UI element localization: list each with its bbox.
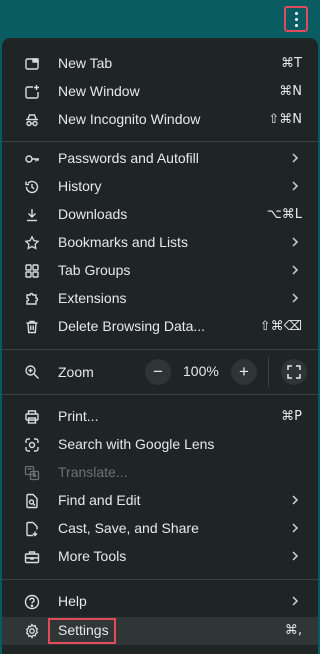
star-icon: [24, 235, 40, 250]
chevron-right-icon: [292, 181, 299, 191]
menu-separator: [2, 141, 318, 142]
find-icon: [26, 493, 38, 509]
menu-item-label: Search with Google Lens: [58, 436, 215, 452]
translate-icon: [24, 465, 40, 481]
menu-item-label: New Incognito Window: [58, 111, 201, 127]
extensions-icon: [26, 292, 39, 305]
zoom-level: 100%: [183, 363, 219, 379]
fullscreen-button[interactable]: [281, 359, 307, 385]
chevron-right-icon: [292, 495, 299, 505]
zoom-out-button[interactable]: −: [145, 359, 171, 385]
fullscreen-icon: [287, 365, 301, 379]
menu-item-extensions[interactable]: Extensions: [2, 285, 318, 313]
menu-item-delete-browsing-data[interactable]: Delete Browsing Data... ⇧⌘⌫: [2, 313, 318, 341]
menu-separator: [2, 349, 318, 350]
keyboard-shortcut: ⇧⌘N: [268, 112, 302, 127]
keyboard-shortcut: ⌘,: [284, 623, 302, 638]
zoom-icon: [25, 365, 39, 379]
menu-item-settings[interactable]: Settings ⌘,: [2, 617, 318, 645]
menu-item-label: Passwords and Autofill: [58, 150, 199, 166]
menu-item-label: Find and Edit: [58, 492, 141, 508]
menu-item-cast-save-share[interactable]: Cast, Save, and Share: [2, 515, 318, 543]
chevron-right-icon: [292, 293, 299, 303]
menu-item-tab-groups[interactable]: Tab Groups: [2, 257, 318, 285]
menu-item-new-window[interactable]: New Window ⌘N: [2, 78, 318, 106]
kebab-dot: [294, 17, 298, 21]
menu-item-label: New Tab: [58, 55, 113, 71]
menu-item-label: Print...: [58, 408, 99, 424]
keyboard-shortcut: ⌥⌘L: [266, 207, 302, 222]
chevron-right-icon: [292, 265, 299, 275]
menu-item-google-lens[interactable]: Search with Google Lens: [2, 431, 318, 459]
zoom-label: Zoom: [58, 364, 94, 380]
menu-item-passwords-autofill[interactable]: Passwords and Autofill: [2, 145, 318, 173]
trash-icon: [26, 320, 38, 334]
menu-separator: [2, 394, 318, 395]
download-icon: [27, 209, 37, 222]
menu-separator: [2, 579, 318, 580]
new-tab-icon: [25, 58, 39, 70]
chevron-right-icon: [292, 523, 299, 533]
menu-item-label: Cast, Save, and Share: [58, 520, 199, 536]
menu-item-label: Help: [58, 593, 87, 609]
menu-item-label: Downloads: [58, 206, 128, 222]
toolbox-icon: [24, 551, 40, 564]
keyboard-shortcut: ⌘P: [281, 409, 302, 424]
browser-toolbar: [0, 0, 320, 40]
help-icon: [24, 594, 40, 610]
menu-item-label: Delete Browsing Data...: [58, 318, 206, 334]
keyboard-shortcut: ⌘N: [279, 84, 302, 99]
menu-item-label: Bookmarks and Lists: [58, 234, 188, 250]
menu-item-new-tab[interactable]: New Tab ⌘T: [2, 50, 318, 78]
menu-item-print[interactable]: Print... ⌘P: [2, 403, 318, 431]
new-window-icon: [25, 85, 39, 99]
history-icon: [25, 180, 39, 194]
menu-item-find-edit[interactable]: Find and Edit: [2, 487, 318, 515]
menu-item-bookmarks-lists[interactable]: Bookmarks and Lists: [2, 229, 318, 257]
tab-groups-icon: [25, 264, 39, 278]
keyboard-shortcut: ⌘T: [281, 56, 302, 71]
key-icon: [25, 155, 39, 163]
chevron-right-icon: [292, 237, 299, 247]
kebab-dot: [294, 23, 298, 27]
menu-item-label: New Window: [58, 83, 140, 99]
zoom-divider: [268, 357, 269, 387]
highlight-box: [48, 618, 116, 644]
zoom-row: Zoom − 100% +: [2, 357, 318, 387]
menu-item-label: Translate...: [58, 464, 128, 480]
zoom-in-button[interactable]: +: [231, 359, 257, 385]
menu-item-help[interactable]: Help: [2, 588, 318, 616]
menu-item-new-incognito-window[interactable]: New Incognito Window ⇧⌘N: [2, 106, 318, 134]
menu-item-downloads[interactable]: Downloads ⌥⌘L: [2, 201, 318, 229]
kebab-dot: [294, 11, 298, 15]
menu-item-more-tools[interactable]: More Tools: [2, 543, 318, 571]
menu-item-translate: Translate...: [2, 459, 318, 487]
menu-item-label: More Tools: [58, 548, 127, 564]
lens-icon: [25, 438, 39, 452]
gear-icon: [25, 623, 39, 639]
chevron-right-icon: [292, 596, 299, 606]
keyboard-shortcut: ⇧⌘⌫: [259, 319, 302, 334]
menu-item-label: Extensions: [58, 290, 127, 306]
cast-icon: [26, 521, 38, 537]
menu-item-label: Tab Groups: [58, 262, 131, 278]
incognito-icon: [26, 114, 38, 127]
more-options-button[interactable]: [284, 6, 308, 32]
print-icon: [25, 410, 39, 424]
browser-main-menu: New Tab ⌘T New Window ⌘N New Incognito W…: [2, 38, 318, 654]
chevron-right-icon: [292, 551, 299, 561]
chevron-right-icon: [292, 153, 299, 163]
menu-item-history[interactable]: History: [2, 173, 318, 201]
menu-item-label: History: [58, 178, 102, 194]
